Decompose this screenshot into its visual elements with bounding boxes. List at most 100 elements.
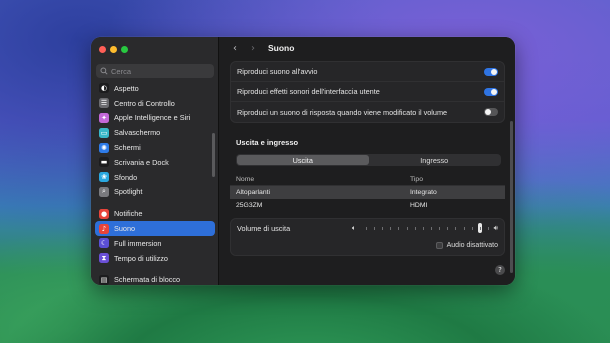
help-button[interactable]: ?: [495, 265, 505, 275]
device-name: Altoparlanti: [236, 189, 271, 196]
close-button[interactable]: [99, 46, 106, 53]
forward-button[interactable]: ›: [244, 41, 262, 55]
sidebar-item-label: Suono: [114, 224, 136, 234]
output-volume-panel: Volume di uscita 🔈︎ 🔊︎ Audio disattivato: [230, 218, 505, 256]
volume-feedback-label: Riproduci un suono di risposta quando vi…: [237, 107, 448, 117]
volume-track[interactable]: [362, 223, 489, 233]
appearance-icon: ◐: [99, 83, 109, 94]
sound-icon: ♪: [99, 223, 109, 234]
control-center-icon: ☰: [99, 98, 109, 109]
sidebar-item-desktop-dock[interactable]: ▬ Scrivania e Dock: [95, 155, 215, 170]
tab-output[interactable]: Uscita: [237, 155, 369, 165]
sidebar-item-lock-screen[interactable]: ▤ Schermata di blocco: [95, 273, 215, 285]
spotlight-icon: ⌕: [99, 186, 109, 197]
volume-tick: [382, 227, 384, 230]
sidebar-item-wallpaper[interactable]: ❀ Sfondo: [95, 170, 215, 185]
sidebar-item-displays[interactable]: ✺ Schermi: [95, 140, 215, 155]
device-type: Integrato: [410, 189, 437, 196]
volume-tick: [374, 227, 376, 230]
ui-sound-label: Riproduci effetti sonori dell'interfacci…: [237, 87, 380, 96]
sidebar-item-label: Scrivania e Dock: [114, 157, 169, 167]
sidebar-item-label: Spotlight: [114, 187, 143, 197]
sidebar-scrollbar[interactable]: [212, 133, 215, 177]
content-scrollbar[interactable]: [510, 121, 513, 273]
volume-tick: [447, 227, 449, 230]
speaker-high-icon: 🔊︎: [493, 223, 498, 232]
volume-slider[interactable]: 🔈︎ 🔊︎: [352, 223, 498, 233]
volume-tick: [398, 227, 400, 230]
sidebar-item-label: Schermi: [114, 143, 141, 153]
sidebar-item-focus[interactable]: ☾ Full immersion: [95, 236, 215, 251]
zoom-button[interactable]: [121, 46, 128, 53]
sidebar-item-sound[interactable]: ♪ Suono: [95, 221, 215, 236]
column-name-header[interactable]: Nome: [236, 176, 410, 183]
window-controls: [99, 46, 128, 53]
column-type-header[interactable]: Tipo: [410, 176, 500, 183]
sidebar-item-spotlight[interactable]: ⌕ Spotlight: [95, 185, 215, 200]
content-pane: ‹ › Suono Riproduci suono all'avvio Ripr…: [220, 37, 515, 285]
sidebar-item-label: Centro di Controllo: [114, 98, 175, 108]
volume-tick: [365, 227, 367, 230]
volume-tick: [471, 227, 473, 230]
back-button[interactable]: ‹: [226, 41, 244, 55]
sidebar-item-label: Apple Intelligence e Siri: [114, 113, 191, 123]
sidebar-item-label: Aspetto: [114, 83, 139, 93]
lock-screen-icon: ▤: [99, 274, 109, 285]
toolbar: ‹ › Suono: [220, 37, 515, 59]
sidebar-item-notifications[interactable]: ● Notifiche: [95, 206, 215, 221]
device-table-header: Nome Tipo: [230, 173, 505, 186]
startup-sound-label: Riproduci suono all'avvio: [237, 67, 318, 76]
mute-checkbox[interactable]: [435, 241, 443, 249]
sidebar-item-label: Tempo di utilizzo: [114, 253, 168, 263]
sidebar-item-screen-time[interactable]: ⧗ Tempo di utilizzo: [95, 251, 215, 266]
volume-tick: [390, 227, 392, 230]
sidebar-item-label: Notifiche: [114, 209, 143, 219]
search-icon: [100, 67, 108, 75]
sound-effects-panel: Riproduci suono all'avvio Riproduci effe…: [230, 61, 505, 123]
startup-sound-row: Riproduci suono all'avvio: [231, 62, 504, 82]
sidebar-item-label: Sfondo: [114, 172, 138, 182]
tab-input[interactable]: Ingresso: [369, 155, 501, 165]
sidebar-item-appearance[interactable]: ◐ Aspetto: [95, 81, 215, 96]
sidebar: ◐ Aspetto ☰ Centro di Controllo ✦ Apple Intel…: [91, 37, 219, 285]
device-table: Nome Tipo Altoparlanti Integrato 25G3ZM …: [230, 173, 505, 212]
screensaver-icon: ▭: [99, 127, 109, 138]
minimize-button[interactable]: [110, 46, 117, 53]
sidebar-item-label: Salvaschermo: [114, 128, 161, 138]
volume-feedback-toggle[interactable]: [484, 108, 498, 116]
screen-time-icon: ⧗: [99, 253, 109, 264]
mute-row: Audio disattivato: [231, 237, 504, 253]
device-row[interactable]: Altoparlanti Integrato: [230, 186, 505, 199]
settings-window: ◐ Aspetto ☰ Centro di Controllo ✦ Apple Intel…: [91, 37, 515, 285]
desktop-dock-icon: ▬: [99, 157, 109, 168]
volume-feedback-row: Riproduci un suono di risposta quando vi…: [231, 102, 504, 122]
output-input-segmented-control: Uscita Ingresso: [236, 154, 501, 166]
sidebar-item-control-center[interactable]: ☰ Centro di Controllo: [95, 96, 215, 111]
output-input-heading: Uscita e ingresso: [236, 138, 299, 147]
output-volume-row: Volume di uscita 🔈︎ 🔊︎: [231, 219, 504, 237]
device-row[interactable]: 25G3ZM HDMI: [230, 199, 505, 212]
volume-tick: [487, 227, 489, 230]
focus-icon: ☾: [99, 238, 109, 249]
notifications-icon: ●: [99, 208, 109, 219]
sidebar-item-siri[interactable]: ✦ Apple Intelligence e Siri: [95, 111, 215, 126]
sidebar-item-label: Full immersion: [114, 238, 162, 248]
search-field[interactable]: [96, 64, 214, 78]
device-type: HDMI: [410, 202, 428, 209]
speaker-low-icon: 🔈︎: [351, 223, 357, 232]
startup-sound-toggle[interactable]: [484, 67, 498, 76]
volume-tick: [430, 227, 432, 230]
volume-tick: [414, 227, 416, 230]
sidebar-item-label: Schermata di blocco: [114, 275, 181, 285]
ui-sound-row: Riproduci effetti sonori dell'interfacci…: [231, 82, 504, 102]
sidebar-item-screensaver[interactable]: ▭ Salvaschermo: [95, 125, 215, 140]
wallpaper-icon: ❀: [99, 172, 109, 183]
sidebar-list: ◐ Aspetto ☰ Centro di Controllo ✦ Apple Intel…: [95, 81, 215, 285]
volume-tick: [455, 227, 457, 230]
volume-tick: [463, 227, 465, 230]
ui-sound-toggle[interactable]: [484, 87, 498, 96]
search-input[interactable]: [111, 66, 211, 76]
page-title: Suono: [268, 43, 295, 53]
siri-icon: ✦: [99, 112, 109, 123]
volume-tick: [439, 227, 441, 230]
